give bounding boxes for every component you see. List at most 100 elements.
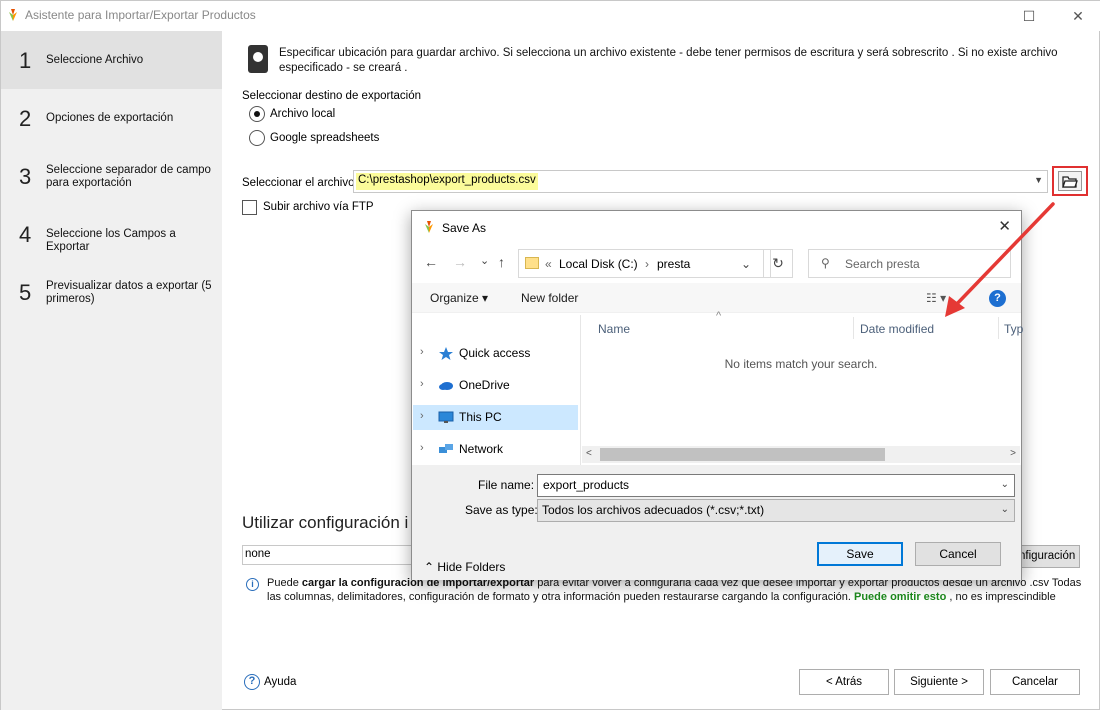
dropdown-arrow-icon[interactable]: ⌄ [1001,479,1009,490]
dropdown-arrow-icon[interactable]: ⌄ [1001,504,1009,515]
back-button[interactable]: < Atrás [799,669,889,695]
dialog-title-bar: Save As ✕ [412,211,1021,243]
help-icon[interactable]: ? [244,674,260,690]
dialog-title: Save As [442,221,487,235]
file-name-label: File name: [478,478,535,492]
file-path-combobox[interactable]: C:\prestashop\export_products.csv ▼ [353,170,1048,193]
star-icon [439,347,453,360]
column-separator[interactable] [853,317,854,339]
chevron-up-icon: ⌃ [424,560,438,574]
radio-google-spreadsheets-label[interactable]: Google spreadsheets [270,132,379,144]
hide-folders-toggle[interactable]: ⌃ Hide Folders [424,560,505,574]
file-path-value: C:\prestashop\export_products.csv [356,173,538,190]
open-folder-icon[interactable] [1058,171,1082,191]
horizontal-scrollbar[interactable]: < > [582,446,1020,463]
title-bar: Asistente para Importar/Exportar Product… [1,1,1100,31]
nav-item-this-pc[interactable]: › This PC [413,405,578,430]
step-label: Previsualizar datos a exportar (5 primer… [46,280,212,305]
column-header-name[interactable]: Name [598,322,630,336]
browse-button-highlight[interactable] [1052,166,1088,196]
file-name-value: export_products [543,478,630,492]
expand-chevron-icon[interactable]: › [420,346,424,358]
ftp-checkbox[interactable] [242,200,257,215]
radio-google-spreadsheets[interactable] [249,130,265,146]
network-icon [439,444,453,453]
up-arrow-icon[interactable]: ↑ [498,254,505,270]
address-bar[interactable]: « Local Disk (C:) › presta ⌄ [518,249,771,278]
nav-item-quick-access[interactable]: › Quick access [413,341,578,366]
file-name-input[interactable]: export_products ⌄ [537,474,1015,497]
intro-text: Especificar ubicación para guardar archi… [279,47,1058,74]
expand-chevron-icon[interactable]: › [420,410,424,422]
nav-label: Network [459,442,504,456]
address-row: ← → ⌄ ↑ « Local Disk (C:) › presta ⌄ ↻ ⚲… [412,247,1021,279]
breadcrumb-overflow[interactable]: « [545,257,552,271]
forward-arrow-icon[interactable]: → [453,254,467,270]
navigation-pane: › Quick access › OneDrive › This PC › Ne… [412,315,580,462]
cancel-button[interactable]: Cancelar [990,669,1080,695]
scrollbar-thumb[interactable] [600,448,885,461]
nav-item-onedrive[interactable]: › OneDrive [413,373,578,398]
refresh-button[interactable]: ↻ [763,249,793,278]
destination-label: Seleccionar destino de exportación [242,90,422,102]
sort-indicator-icon: ^ [716,310,722,322]
computer-icon [438,411,454,423]
pane-divider[interactable] [580,315,581,465]
column-header-date-modified[interactable]: Date modified [860,322,934,336]
annotation-arrow [945,202,1055,317]
expand-chevron-icon[interactable]: › [420,442,424,454]
breadcrumb-drive[interactable]: Local Disk (C:) [559,257,638,271]
step-select-file[interactable]: 1 Seleccione Archivo [1,31,222,89]
step-preview-data[interactable]: 5 Previsualizar datos a exportar (5 prim… [1,263,222,321]
save-type-select[interactable]: Todos los archivos adecuados (*.csv;*.tx… [537,499,1015,522]
file-path-label: Seleccionar el archivo [242,177,355,189]
nav-item-network[interactable]: › Network [413,437,578,462]
step-label: Opciones de exportación [46,112,174,124]
config-section-title: Utilizar configuración i [242,513,409,532]
save-button[interactable]: Save [817,542,903,566]
skip-link[interactable]: Puede omitir esto [854,591,946,603]
hide-folders-label: Hide Folders [437,560,506,574]
step-field-separator[interactable]: 3 Seleccione separador de campo para exp… [1,147,222,205]
next-button[interactable]: Siguiente > [894,669,984,695]
step-number: 4 [19,222,32,247]
disk-icon [248,45,268,73]
organize-menu[interactable]: Organize ▾ [430,291,488,305]
dialog-cancel-button[interactable]: Cancel [915,542,1001,566]
info-text-part: Puede [267,577,302,589]
breadcrumb-folder[interactable]: presta [657,257,690,271]
nav-label: This PC [459,410,502,424]
save-as-dialog: Save As ✕ ← → ⌄ ↑ « Local Disk (C:) › pr… [411,210,1023,580]
dialog-toolbar: Organize ▾ New folder ☷ ▾ ? [412,283,1021,313]
back-arrow-icon[interactable]: ← [424,254,438,270]
empty-message: No items match your search. [724,357,878,371]
step-label: Seleccione separador de campo para expor… [46,164,211,189]
dropdown-arrow-icon[interactable]: ▼ [1034,175,1043,185]
ftp-checkbox-label[interactable]: Subir archivo vía FTP [263,201,374,213]
address-dropdown-icon[interactable]: ⌄ [741,257,751,271]
config-input[interactable]: none [242,545,422,565]
folder-icon [525,257,539,269]
radio-local-file[interactable] [249,106,265,122]
expand-chevron-icon[interactable]: › [420,378,424,390]
info-text: Puede cargar la configuración de importa… [267,576,1097,604]
step-fields-to-export[interactable]: 4 Seleccione los Campos a Exportar [1,205,222,263]
recent-locations-icon[interactable]: ⌄ [480,254,489,267]
close-button[interactable]: ✕ [1068,7,1088,25]
nav-label: Quick access [459,346,531,360]
breadcrumb-separator: › [645,257,649,271]
step-label: Seleccione los Campos a Exportar [46,228,176,253]
info-icon: i [246,578,259,591]
scroll-right-icon[interactable]: > [1010,448,1016,459]
cloud-icon [439,382,453,390]
step-export-options[interactable]: 2 Opciones de exportación [1,89,222,147]
window-title: Asistente para Importar/Exportar Product… [25,8,256,22]
step-number: 2 [19,106,32,131]
scroll-left-icon[interactable]: < [586,448,592,459]
maximize-button[interactable]: ☐ [1019,7,1039,25]
new-folder-button[interactable]: New folder [521,291,578,305]
radio-local-file-label[interactable]: Archivo local [270,108,335,120]
search-icon: ⚲ [821,256,830,270]
help-link[interactable]: Ayuda [264,676,296,688]
file-list-pane: Name ^ Date modified Typ No items match … [582,310,1023,445]
